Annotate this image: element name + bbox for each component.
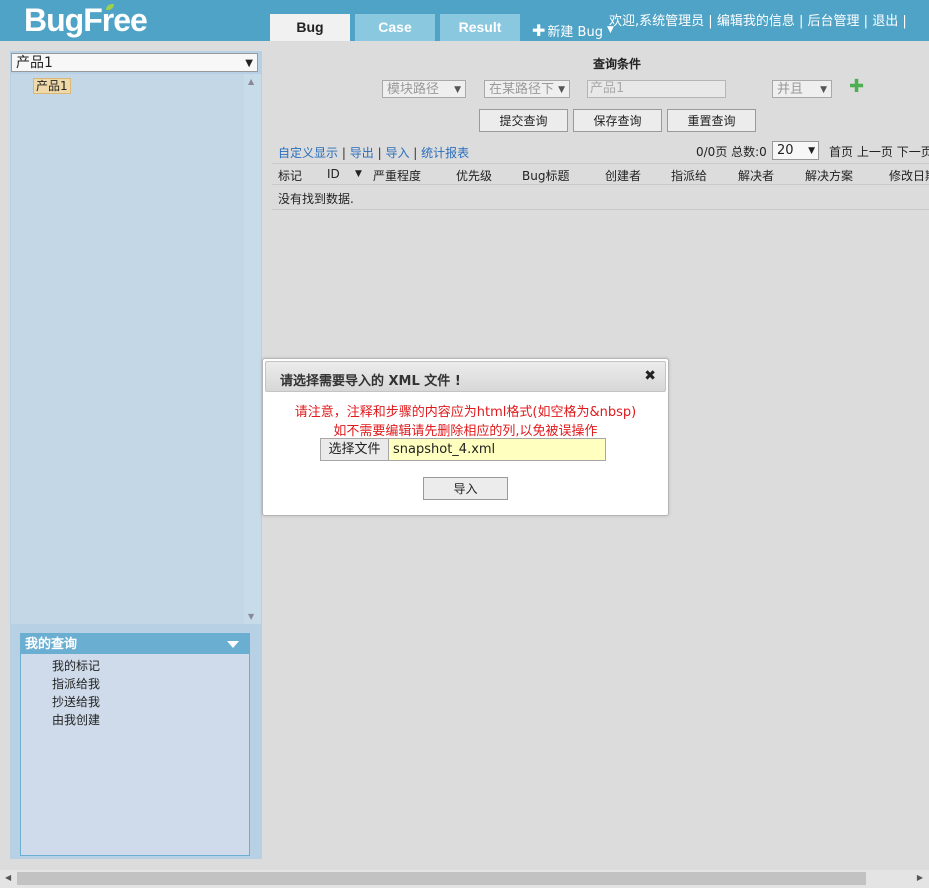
separator: | — [341, 146, 346, 160]
column-header-resolver[interactable]: 解决者 — [738, 167, 774, 184]
dialog-note-columns: 如不需要编辑请先删除相应的列,以免被误操作 — [333, 424, 598, 439]
dropdown-arrow-icon: ▼ — [808, 146, 815, 156]
plus-icon: ✚ — [532, 21, 546, 40]
logout-link[interactable]: 退出 — [872, 14, 898, 29]
column-header-priority[interactable]: 优先级 — [456, 167, 492, 184]
separator: | — [902, 14, 907, 29]
admin-link[interactable]: 后台管理 — [808, 14, 860, 29]
my-query-header[interactable]: 我的查询 — [21, 634, 249, 654]
header-bar: BugFree Bug Case Result ✚ 新建 Bug ▼ 欢迎,系统管理… — [0, 0, 929, 41]
next-page-link[interactable]: 下一页 — [897, 145, 929, 159]
horizontal-scrollbar[interactable]: ◀ ▶ — [0, 870, 929, 888]
operator-select[interactable]: 在某路径下 ▼ — [484, 80, 570, 98]
export-link[interactable]: 导出 — [350, 146, 374, 160]
page-info: 0/0页 总数:0 — [696, 145, 767, 159]
report-link[interactable]: 统计报表 — [421, 146, 469, 160]
import-dialog: 请选择需要导入的 XML 文件 ! ✖ 请注意，注释和步骤的内容应为html格式… — [262, 358, 669, 516]
tab-bug[interactable]: Bug — [270, 14, 350, 41]
scroll-thumb[interactable] — [17, 872, 866, 885]
separator: | — [377, 146, 382, 160]
tree-item-product[interactable]: 产品1 — [33, 78, 71, 94]
column-header-severity[interactable]: 严重程度 — [373, 167, 421, 184]
product-select[interactable]: 产品1 ▼ — [11, 53, 258, 72]
query-title: 查询条件 — [593, 57, 642, 71]
scroll-left-icon[interactable]: ◀ — [5, 873, 11, 882]
new-bug-label: 新建 Bug — [547, 25, 603, 40]
toolbar-links: 自定义显示 | 导出 | 导入 | 统计报表 — [278, 144, 469, 161]
field-select-value: 模块路径 — [387, 82, 440, 97]
separator: | — [863, 14, 869, 29]
dropdown-arrow-icon: ▼ — [245, 58, 253, 69]
dropdown-arrow-icon: ▼ — [820, 85, 827, 95]
dialog-note-html: 请注意，注释和步骤的内容应为html格式(如空格为&nbsp) — [294, 405, 637, 420]
separator: | — [708, 14, 713, 29]
sort-desc-icon[interactable]: ▼ — [355, 169, 362, 179]
first-page-link[interactable]: 首页 — [829, 145, 853, 159]
import-link[interactable]: 导入 — [385, 146, 409, 160]
page-nav: 首页 上一页 下一页 — [829, 143, 929, 160]
dialog-title: 请选择需要导入的 XML 文件 ! — [280, 374, 461, 389]
query-value-input[interactable]: 产品1 — [587, 80, 726, 98]
empty-message: 没有找到数据. — [278, 192, 354, 206]
my-query-title: 我的查询 — [25, 637, 78, 652]
new-bug-button[interactable]: ✚ 新建 Bug ▼ — [532, 21, 614, 40]
separator: | — [798, 14, 804, 29]
choose-file-button[interactable]: 选择文件 — [321, 439, 389, 460]
empty-row: 没有找到数据. — [272, 184, 929, 210]
table-header: 标记 ID ▼ 严重程度 优先级 Bug标题 创建者 指派给 解决者 解决方案 … — [272, 163, 929, 185]
left-sidebar: 产品1 ▼ 产品1 ▲ ▼ 我的查询 我的标记 指派给我 抄送给我 由我创建 — [10, 51, 262, 859]
operator-select-value: 在某路径下 — [489, 82, 555, 97]
product-select-value: 产品1 — [16, 55, 53, 71]
save-query-button[interactable]: 保存查询 — [573, 109, 662, 132]
scroll-down-icon[interactable]: ▼ — [248, 612, 254, 621]
column-header-title[interactable]: Bug标题 — [522, 167, 569, 184]
my-query-item[interactable]: 抄送给我 — [21, 693, 249, 711]
close-icon[interactable]: ✖ — [644, 368, 656, 384]
import-button[interactable]: 导入 — [423, 477, 508, 500]
separator: | — [413, 146, 418, 160]
dialog-titlebar: 请选择需要导入的 XML 文件 ! ✖ — [265, 361, 666, 392]
column-header-creator[interactable]: 创建者 — [605, 167, 641, 184]
edit-info-link[interactable]: 编辑我的信息 — [717, 14, 795, 29]
my-query-item[interactable]: 我的标记 — [21, 657, 249, 675]
tree-scrollbar[interactable]: ▲ ▼ — [244, 74, 261, 624]
my-query-item[interactable]: 指派给我 — [21, 675, 249, 693]
custom-display-link[interactable]: 自定义显示 — [278, 146, 338, 160]
field-select[interactable]: 模块路径 ▼ — [382, 80, 466, 98]
column-header-modified[interactable]: 修改日期 — [889, 167, 929, 184]
column-header-id[interactable]: ID — [327, 167, 340, 181]
tab-result[interactable]: Result — [440, 14, 520, 41]
collapse-icon[interactable] — [227, 641, 239, 648]
logic-select-value: 并且 — [777, 82, 804, 97]
dropdown-arrow-icon: ▼ — [558, 85, 565, 95]
page-size-select[interactable]: 20 ▼ — [772, 141, 819, 160]
logic-select[interactable]: 并且 ▼ — [772, 80, 832, 98]
my-query-item[interactable]: 由我创建 — [21, 711, 249, 729]
file-input[interactable]: 选择文件 snapshot_4.xml — [320, 438, 606, 461]
scroll-up-icon[interactable]: ▲ — [248, 77, 254, 86]
page-size-value: 20 — [777, 143, 794, 158]
submit-query-button[interactable]: 提交查询 — [479, 109, 568, 132]
add-condition-icon[interactable]: ✚ — [849, 78, 864, 96]
bugfree-logo: BugFree — [24, 2, 148, 38]
column-header-resolution[interactable]: 解决方案 — [805, 167, 853, 184]
my-query-panel: 我的查询 我的标记 指派给我 抄送给我 由我创建 — [20, 633, 250, 856]
column-header-assignee[interactable]: 指派给 — [671, 167, 707, 184]
welcome-text: 欢迎,系统管理员 — [609, 14, 705, 29]
prev-page-link[interactable]: 上一页 — [857, 145, 893, 159]
module-tree: 产品1 — [11, 74, 244, 624]
reset-query-button[interactable]: 重置查询 — [667, 109, 756, 132]
file-name: snapshot_4.xml — [393, 442, 496, 457]
dropdown-arrow-icon: ▼ — [454, 85, 461, 95]
scroll-right-icon[interactable]: ▶ — [917, 873, 923, 882]
user-bar: 欢迎,系统管理员 | 编辑我的信息 | 后台管理 | 退出 | — [609, 10, 907, 29]
column-header-mark[interactable]: 标记 — [278, 167, 302, 184]
tab-case[interactable]: Case — [355, 14, 435, 41]
